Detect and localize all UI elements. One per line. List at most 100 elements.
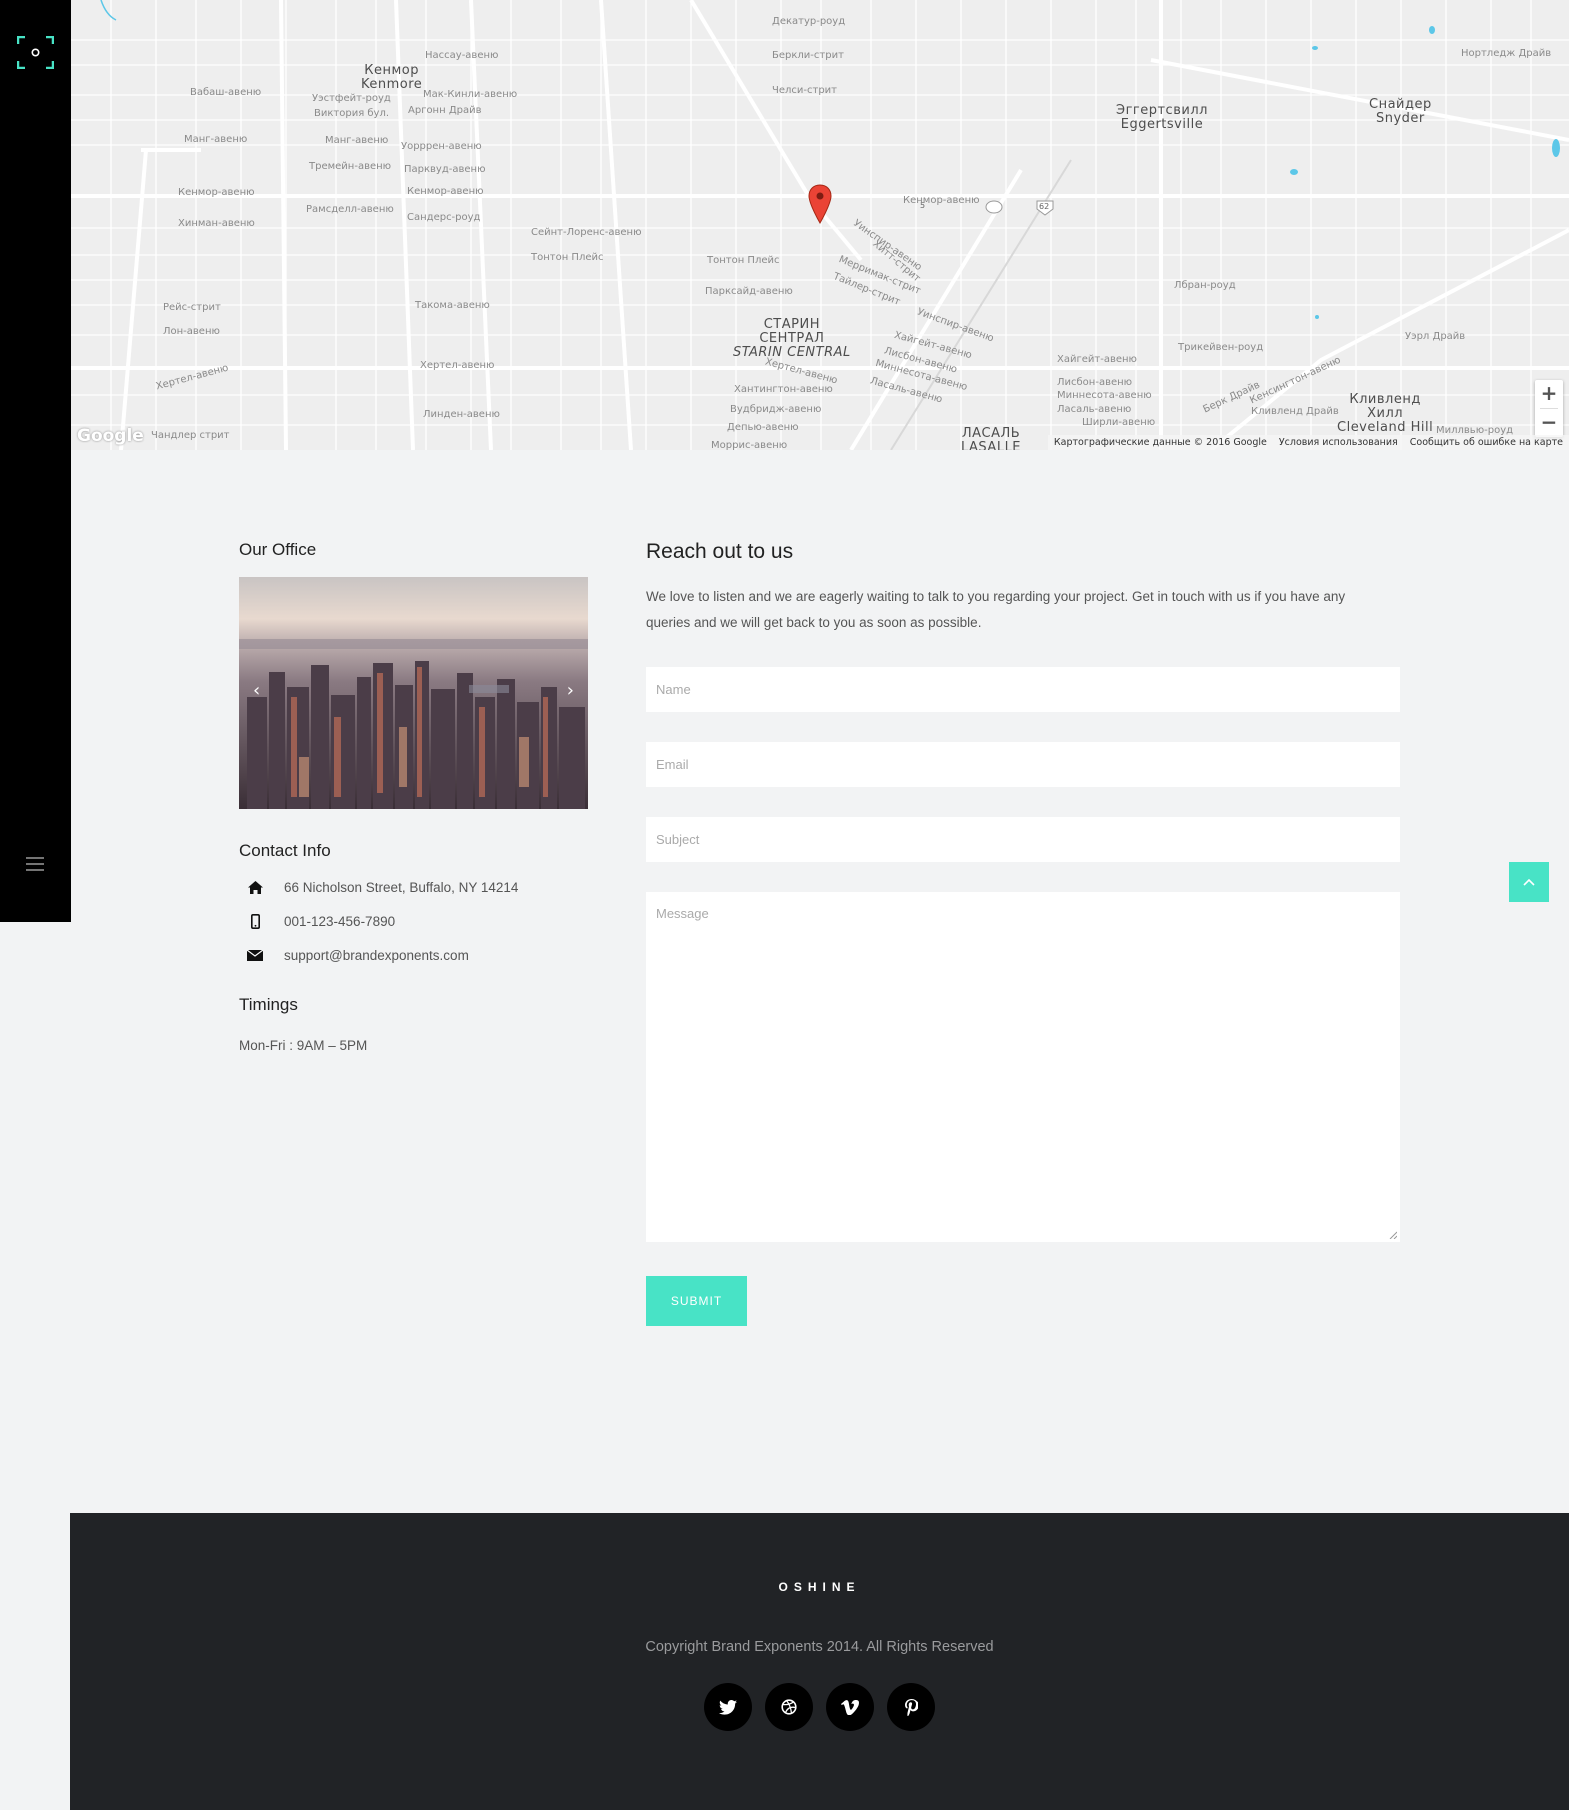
- email-text[interactable]: support@brandexponents.com: [284, 948, 469, 963]
- map-street-label: Ласаль-авеню: [1057, 404, 1132, 415]
- map-street-label: Миннесота-авеню: [1057, 390, 1152, 401]
- timings-title: Timings: [239, 995, 298, 1014]
- vimeo-icon[interactable]: [826, 1683, 874, 1731]
- envelope-icon: [243, 947, 267, 963]
- map-street-label: Нортледж Драйв: [1461, 48, 1552, 59]
- slider-prev-arrow[interactable]: ‹: [253, 680, 260, 701]
- side-navigation: [0, 0, 71, 922]
- map-street-label: Такома-авеню: [415, 300, 490, 311]
- map-street-label: Чандлер стрит: [151, 430, 230, 441]
- map-street-label: Лбран-роуд: [1174, 280, 1236, 291]
- map-place-cleveland-hill: Кливленд Хилл Cleveland Hill: [1337, 392, 1434, 435]
- contact-info-title: Contact Info: [239, 841, 331, 860]
- phone-row: 001-123-456-7890: [239, 913, 588, 929]
- submit-button[interactable]: SUBMIT: [646, 1276, 747, 1326]
- form-intro: We love to listen and we are eagerly wai…: [646, 589, 1346, 630]
- email-field[interactable]: Email: [646, 742, 1400, 787]
- map-street-label: Мак-Кинли-авеню: [423, 89, 518, 100]
- map-street-label: Аргонн Драйв: [408, 105, 482, 116]
- map-street-label: Кенмор-авеню: [178, 187, 255, 198]
- map-street-label: Тонтон Плейс: [531, 252, 604, 263]
- map-place-lasalle: ЛАСАЛЬ LASALLE: [961, 426, 1022, 451]
- office-image-slider[interactable]: ‹ ›: [239, 577, 588, 809]
- chevron-up-icon: [1523, 878, 1535, 886]
- map-attribution: Картографические данные © 2016 Google: [1053, 437, 1267, 448]
- address-text: 66 Nicholson Street, Buffalo, NY 14214: [284, 879, 519, 895]
- route-62-label: 62: [1039, 202, 1050, 211]
- address-row: 66 Nicholson Street, Buffalo, NY 14214: [239, 879, 588, 895]
- map-street-label: Манг-авеню: [184, 134, 248, 145]
- map-street-label: Уорррен-авеню: [401, 141, 482, 152]
- message-field[interactable]: Message: [646, 892, 1400, 1242]
- map-street-label: Тонтон Плейс: [707, 255, 780, 266]
- form-title: Reach out to us: [646, 540, 794, 563]
- map-street-label: Виктория бул.: [314, 108, 390, 119]
- zoom-out-button[interactable]: −: [1535, 409, 1563, 437]
- subject-field[interactable]: Subject: [646, 817, 1400, 862]
- map-street-label: Тремейн-авеню: [309, 161, 392, 172]
- map-street-label: Хантингтон-авеню: [734, 384, 833, 395]
- dribbble-icon[interactable]: [765, 1683, 813, 1731]
- map-street-label: Рейс-стрит: [163, 302, 221, 313]
- map-street-label: Вудбридж-авеню: [730, 404, 822, 415]
- map-street-label: Сейнт-Лоренс-авеню: [531, 227, 642, 238]
- focus-frame-icon[interactable]: [16, 35, 55, 70]
- site-footer: OSHINE Copyright Brand Exponents 2014. A…: [70, 1513, 1569, 1810]
- location-map[interactable]: 5 62 Кенмор Kenmore Эггертсвилл Eggertsvil…: [71, 0, 1569, 450]
- map-street-label: Парксайд-авеню: [705, 286, 793, 297]
- route-shield-5: [985, 200, 1003, 214]
- twitter-icon[interactable]: [704, 1683, 752, 1731]
- mobile-phone-icon: [243, 913, 267, 929]
- map-zoom-controls: + −: [1535, 380, 1563, 437]
- map-street-label: Нассау-авеню: [425, 50, 499, 61]
- back-to-top-button[interactable]: [1509, 862, 1549, 902]
- slider-next-arrow[interactable]: ›: [567, 680, 574, 701]
- map-pin-icon[interactable]: [808, 184, 832, 224]
- map-street-label: Парквуд-авеню: [404, 164, 486, 175]
- map-street-label: Моррис-авеню: [711, 440, 788, 450]
- map-street-label: Хертел-авеню: [420, 360, 495, 371]
- home-icon: [243, 879, 267, 895]
- google-logo: Google: [77, 426, 144, 446]
- map-place-starin-central: СТАРИН СЕНТРАЛ STARIN CENTRAL: [733, 317, 851, 360]
- map-street-label: Хайгейт-авеню: [1057, 354, 1137, 365]
- map-street-label: Беркли-стрит: [772, 50, 844, 61]
- map-place-kenmore: Кенмор Kenmore: [361, 63, 423, 92]
- map-place-eggertsville: Эггертсвилл Eggertsville: [1116, 103, 1208, 132]
- timings-hours: Mon-Fri : 9AM – 5PM: [239, 1038, 368, 1053]
- map-street-label: Трикейвен-роуд: [1178, 342, 1264, 353]
- contact-form-column: Reach out to us We love to listen and we…: [646, 540, 1400, 1326]
- map-street-label: Уэрл Драйв: [1405, 331, 1466, 342]
- map-street-label: Челси-стрит: [772, 85, 837, 96]
- map-street-label: Кливленд Драйв: [1251, 406, 1339, 417]
- map-street-label: Ширли-авеню: [1082, 417, 1156, 428]
- map-report-link[interactable]: Сообщить об ошибке на карте: [1410, 437, 1563, 448]
- phone-text: 001-123-456-7890: [284, 913, 396, 929]
- map-street-label: Лон-авеню: [163, 326, 220, 337]
- map-street-label: Хинман-авеню: [178, 218, 255, 229]
- map-attribution-bar: Картографические данные © 2016 Google Ус…: [1047, 435, 1569, 450]
- map-street-label: Вабаш-авеню: [190, 87, 262, 98]
- map-street-label: Манг-авеню: [325, 135, 389, 146]
- office-title: Our Office: [239, 540, 317, 559]
- email-row: support@brandexponents.com: [239, 947, 588, 963]
- pinterest-icon[interactable]: [887, 1683, 935, 1731]
- social-links: [70, 1683, 1569, 1731]
- map-terms-link[interactable]: Условия использования: [1279, 437, 1398, 448]
- map-street-label: Кенмор-авеню: [903, 195, 980, 206]
- map-street-label: Уэстфейт-роуд: [312, 93, 391, 104]
- map-street-label: Декатур-роуд: [772, 16, 846, 27]
- map-place-snyder: Снайдер Snyder: [1369, 97, 1432, 126]
- map-street-label: Линден-авеню: [423, 409, 500, 420]
- map-street-label: Кенмор-авеню: [407, 186, 484, 197]
- city-skyline-image: [239, 577, 588, 809]
- resize-handle-icon[interactable]: [1389, 1231, 1397, 1239]
- footer-brand[interactable]: OSHINE: [70, 1580, 1569, 1594]
- hamburger-icon[interactable]: [24, 855, 46, 873]
- zoom-in-button[interactable]: +: [1535, 380, 1563, 408]
- map-streets: [71, 0, 1569, 450]
- name-field[interactable]: Name: [646, 667, 1400, 712]
- map-street-label: Рамсделл-авеню: [306, 204, 394, 215]
- map-street-label: Сандерс-роуд: [407, 212, 481, 223]
- map-street-label: Лисбон-авеню: [1057, 377, 1133, 388]
